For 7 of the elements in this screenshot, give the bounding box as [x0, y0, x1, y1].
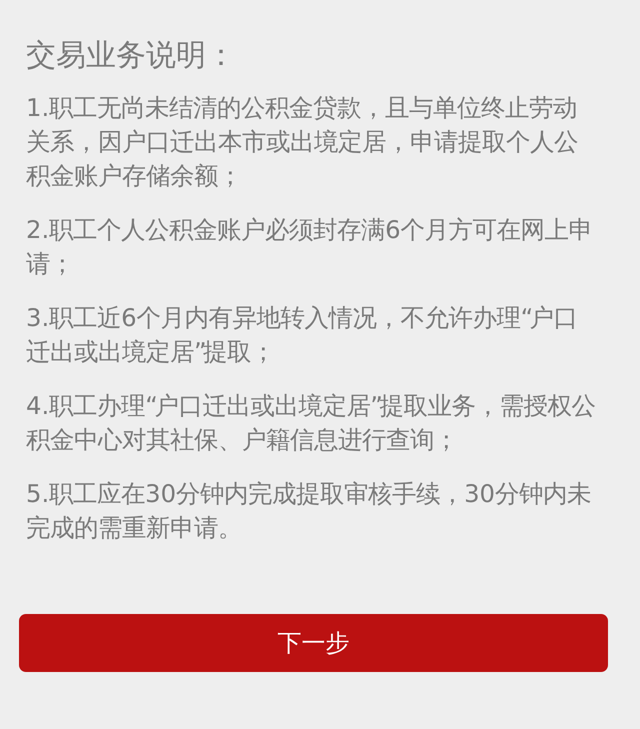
rule-text: 5.职工应在30分钟内完成提取审核手续，30分钟内未完成的需重新申请。: [26, 478, 592, 544]
rule-text: 3.职工近6个月内有异地转入情况，不允许办理“户口迁出或出境定居”提取；: [26, 302, 579, 368]
rule-text: 1.职工无尚未结清的公积金贷款，且与单位终止劳动关系，因户口迁出本市或出境定居，申请提取个人公积金账户存储余额；: [26, 92, 579, 192]
page-title: 交易业务说明：: [26, 37, 237, 75]
rule-text: 4.职工办理“户口迁出或出境定居”提取业务，需授权公积金中心对其社保、户籍信息进行查询；: [26, 390, 596, 456]
rule-text: 2.职工个人公积金账户必须封存满6个月方可在网上申请；: [26, 214, 594, 280]
next-step-button[interactable]: 下一步: [19, 614, 608, 672]
